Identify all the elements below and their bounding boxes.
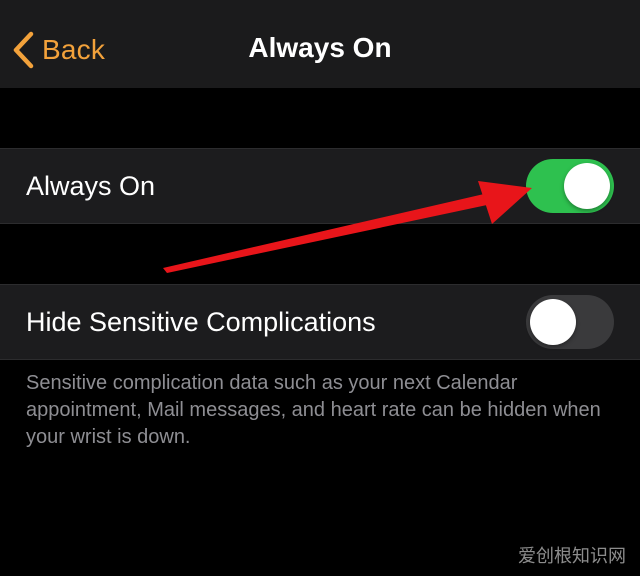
hide-sensitive-complications-row: Hide Sensitive Complications [0, 284, 640, 360]
toggle-knob [564, 163, 610, 209]
page-title: Always On [248, 32, 392, 63]
hide-sensitive-complications-toggle[interactable] [526, 295, 614, 349]
toggle-knob [530, 299, 576, 345]
settings-screen: Back Always On Always On Hide Sensitive … [0, 0, 640, 576]
always-on-label: Always On [26, 171, 156, 201]
section-footnote: Sensitive complication data such as your… [26, 372, 601, 448]
always-on-row: Always On [0, 148, 640, 224]
navigation-bar: Back Always On [0, 0, 640, 88]
watermark-text: 爱创根知识网 [518, 546, 626, 567]
always-on-toggle[interactable] [526, 159, 614, 213]
hide-sensitive-complications-label: Hide Sensitive Complications [26, 307, 376, 337]
